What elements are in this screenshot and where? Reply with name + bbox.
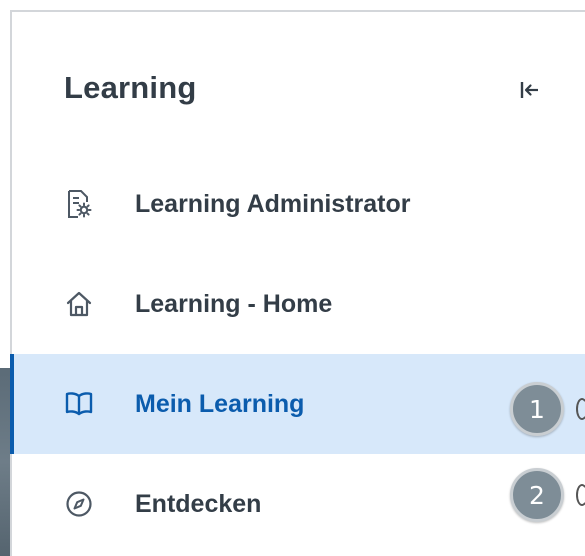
nav-item-entdecken[interactable]: Entdecken — [12, 454, 585, 554]
callout-connector — [576, 398, 585, 420]
callout-badge-2: 2 — [510, 468, 564, 522]
document-settings-icon — [64, 189, 94, 219]
callout-connector — [576, 484, 585, 506]
home-icon — [64, 289, 94, 319]
collapse-panel-button[interactable] — [512, 76, 548, 104]
nav-item-mein-learning[interactable]: Mein Learning — [10, 354, 585, 454]
compass-icon — [64, 489, 94, 519]
book-open-icon — [64, 389, 94, 419]
callout-badge-1: 1 — [510, 382, 564, 436]
nav-item-label: Entdecken — [135, 489, 262, 518]
nav-item-learning-administrator[interactable]: Learning Administrator — [12, 154, 585, 254]
learning-nav: Learning Administrator Learning - Home M… — [10, 154, 585, 554]
screen: Learning Learning Administrator Learning… — [0, 0, 585, 556]
panel-header: Learning — [12, 12, 585, 172]
collapse-left-icon — [519, 80, 541, 100]
nav-item-label: Learning Administrator — [135, 189, 411, 218]
learning-side-panel: Learning Learning Administrator Learning… — [10, 10, 585, 556]
panel-title: Learning — [64, 70, 197, 105]
nav-item-label: Learning - Home — [135, 289, 333, 318]
nav-item-label: Mein Learning — [135, 389, 305, 418]
nav-item-learning-home[interactable]: Learning - Home — [12, 254, 585, 354]
